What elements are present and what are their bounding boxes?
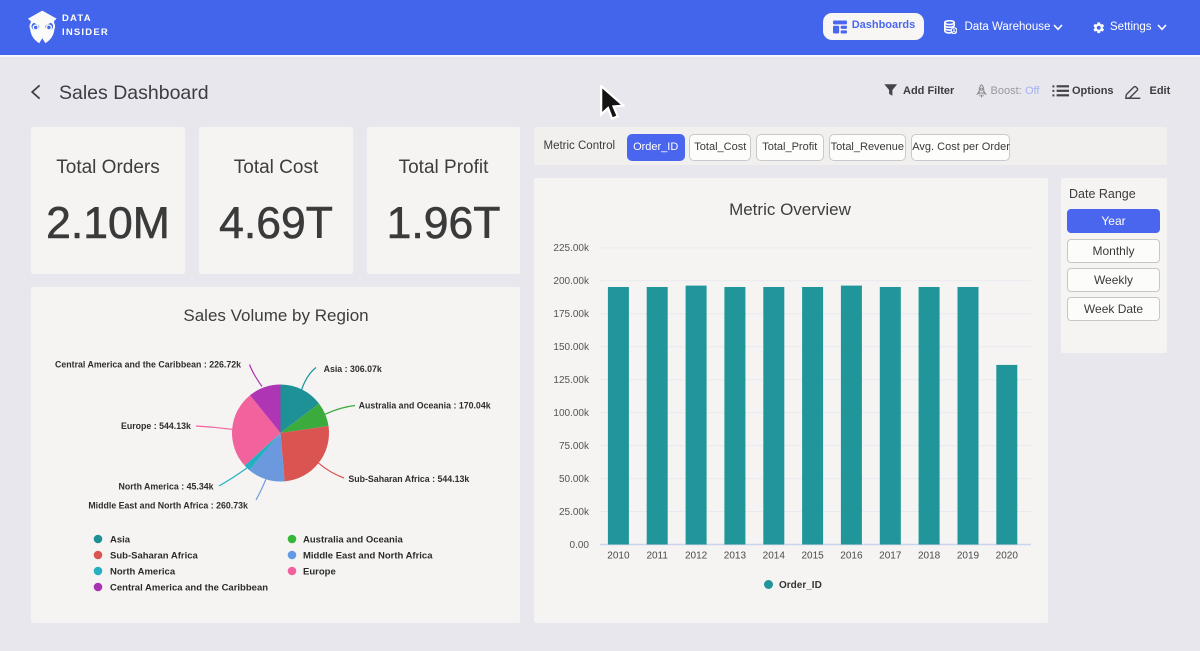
svg-text:Metric Overview: Metric Overview [729,200,852,219]
svg-text:200.00k: 200.00k [553,276,590,287]
svg-text:100.00k: 100.00k [553,408,590,419]
svg-text:2017: 2017 [879,551,902,562]
svg-text:Sub-Saharan Africa: Sub-Saharan Africa [110,551,199,562]
svg-text:Asia : 306.07k: Asia : 306.07k [324,364,382,374]
svg-text:Central America and the Caribb: Central America and the Caribbean : 226.… [55,360,241,370]
svg-text:50.00k: 50.00k [559,474,590,485]
svg-text:2020: 2020 [996,551,1019,562]
svg-text:2011: 2011 [646,551,668,562]
svg-text:Sub-Saharan Africa : 544.13k: Sub-Saharan Africa : 544.13k [348,474,469,484]
svg-text:Australia and Oceania: Australia and Oceania [303,535,404,546]
svg-text:2012: 2012 [685,551,708,562]
svg-text:2016: 2016 [840,551,863,562]
svg-text:2013: 2013 [724,551,747,562]
svg-text:225.00k: 225.00k [553,243,590,254]
svg-text:125.00k: 125.00k [553,375,590,386]
svg-text:Asia: Asia [110,535,131,546]
svg-text:175.00k: 175.00k [553,309,590,320]
svg-text:Sales Volume by Region: Sales Volume by Region [183,306,368,325]
svg-text:North America: North America [110,567,176,578]
svg-text:75.00k: 75.00k [559,441,590,452]
svg-text:North America : 45.34k: North America : 45.34k [118,482,213,492]
svg-text:2010: 2010 [607,551,630,562]
svg-text:Middle East and North Africa :: Middle East and North Africa : 260.73k [88,501,248,511]
svg-text:Australia and Oceania : 170.04: Australia and Oceania : 170.04k [359,401,491,411]
svg-text:25.00k: 25.00k [559,507,590,518]
svg-text:Order_ID: Order_ID [779,580,822,591]
svg-text:0.00: 0.00 [570,540,590,551]
svg-text:Middle East and North Africa: Middle East and North Africa [303,551,433,562]
svg-text:150.00k: 150.00k [553,342,590,353]
svg-text:Central America and the Caribb: Central America and the Caribbean [110,583,268,594]
svg-text:2018: 2018 [918,551,941,562]
svg-text:2015: 2015 [801,551,824,562]
svg-text:Europe: Europe [303,567,336,578]
svg-text:2019: 2019 [957,551,980,562]
svg-text:Europe : 544.13k: Europe : 544.13k [121,421,191,431]
svg-text:2014: 2014 [763,551,786,562]
